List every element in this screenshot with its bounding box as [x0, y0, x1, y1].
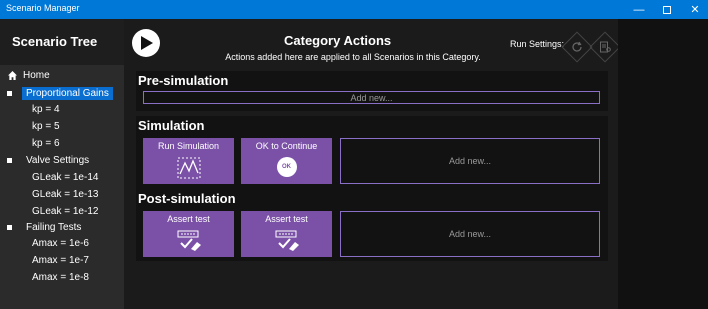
config-button[interactable] — [589, 31, 621, 63]
action-assert-test[interactable]: Assert test — [241, 211, 332, 257]
tree-leaf[interactable]: GLeak = 1e-13 — [32, 189, 98, 200]
section-simulation: Simulation Run Simulation OK to Continue… — [136, 116, 608, 189]
section-title: Pre-simulation — [138, 73, 229, 88]
section-pre-simulation: Pre-simulation Add new... — [136, 71, 608, 111]
page-title: Category Actions — [284, 33, 392, 48]
tree-leaf[interactable]: Amax = 1e-7 — [32, 255, 89, 266]
tree-group-label: Failing Tests — [26, 222, 82, 233]
tree-leaf[interactable]: kp = 4 — [32, 104, 60, 115]
play-icon — [141, 36, 153, 50]
tree-item-label: Home — [23, 70, 50, 81]
tree-group-proportional-gains[interactable]: Proportional Gains — [7, 87, 113, 100]
action-assert-test[interactable]: Assert test — [143, 211, 234, 257]
action-label: Assert test — [167, 214, 210, 224]
assert-icon — [275, 230, 299, 251]
right-panel — [618, 19, 708, 309]
action-ok-to-continue[interactable]: OK to Continue OK — [241, 138, 332, 184]
tree-group-label: Proportional Gains — [22, 87, 113, 100]
section-post-simulation: Post-simulation Assert test Assert test — [136, 189, 608, 261]
tree-group-failing-tests[interactable]: Failing Tests — [7, 222, 81, 233]
tree-leaf[interactable]: Amax = 1e-8 — [32, 272, 89, 283]
action-label: OK to Continue — [255, 141, 318, 151]
close-button[interactable]: ✕ — [678, 0, 708, 19]
action-run-simulation[interactable]: Run Simulation — [143, 138, 234, 184]
tree-group-valve-settings[interactable]: Valve Settings — [7, 155, 89, 166]
maximize-icon — [663, 5, 671, 14]
tree-group-label: Valve Settings — [26, 155, 90, 166]
tree-leaf[interactable]: kp = 5 — [32, 121, 60, 132]
reset-icon — [572, 41, 582, 52]
run-settings-label: Run Settings: — [510, 39, 565, 49]
tree-leaf[interactable]: kp = 6 — [32, 138, 60, 149]
window-title: Scenario Manager — [6, 3, 80, 13]
tree-item-home[interactable]: Home — [8, 70, 50, 81]
section-title: Simulation — [138, 118, 205, 133]
close-icon: ✕ — [690, 4, 700, 16]
minimize-icon: — — [633, 3, 645, 16]
title-bar: Scenario Manager — ✕ — [0, 0, 708, 19]
action-label: Run Simulation — [157, 141, 220, 151]
collapse-icon[interactable] — [7, 225, 12, 230]
tree-leaf[interactable]: GLeak = 1e-14 — [32, 172, 98, 183]
assert-icon — [177, 230, 201, 251]
add-new-button[interactable]: Add new... — [340, 211, 600, 257]
sidebar: Scenario Tree Home Proportional Gains kp… — [0, 19, 124, 309]
ok-icon: OK — [276, 157, 297, 177]
section-title: Post-simulation — [138, 191, 236, 206]
main-panel: Category Actions Actions added here are … — [124, 19, 621, 309]
collapse-icon[interactable] — [7, 158, 12, 163]
action-label: Assert test — [265, 214, 308, 224]
chart-icon — [177, 157, 200, 179]
sidebar-header: Scenario Tree — [0, 19, 124, 65]
add-new-button[interactable]: Add new... — [340, 138, 600, 184]
add-new-button[interactable]: Add new... — [143, 91, 600, 104]
settings-icon — [600, 41, 611, 53]
page-subtitle: Actions added here are applied to all Sc… — [225, 52, 481, 62]
tree-leaf[interactable]: GLeak = 1e-12 — [32, 206, 98, 217]
home-icon — [8, 71, 17, 80]
tree-leaf[interactable]: Amax = 1e-6 — [32, 238, 89, 249]
sidebar-title: Scenario Tree — [12, 34, 98, 49]
collapse-icon[interactable] — [7, 91, 12, 96]
